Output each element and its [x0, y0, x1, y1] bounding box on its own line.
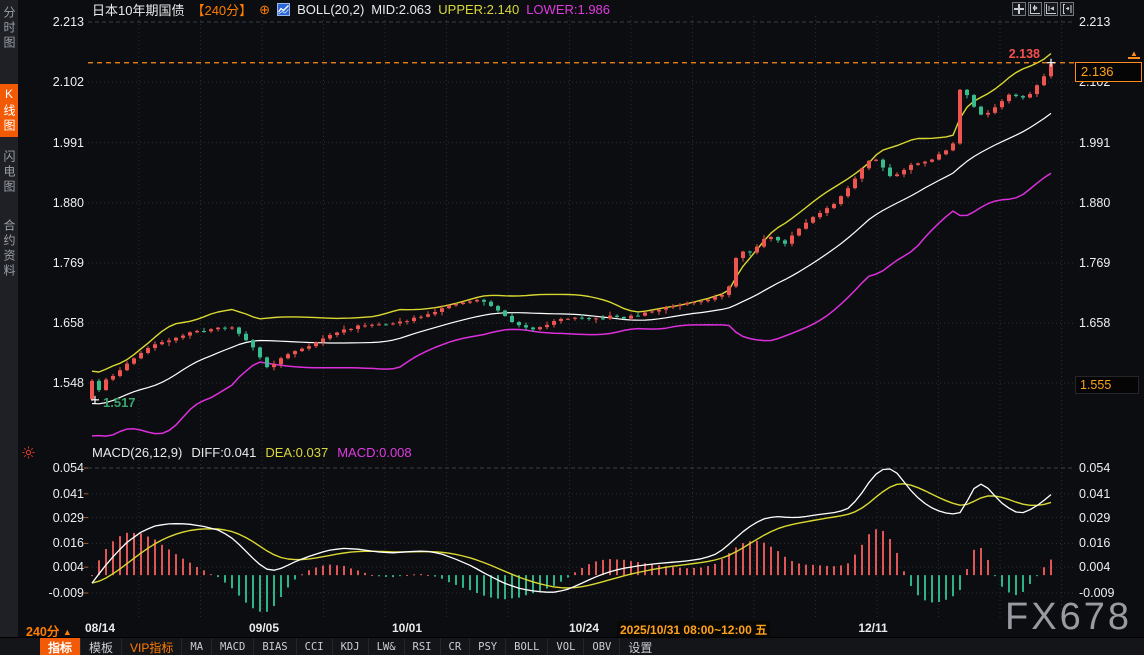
price-axis-tick: 1.658 [52, 316, 84, 331]
macd-axis-tick: 0.041 [52, 486, 84, 501]
toolbar-item-VIP指标[interactable]: VIP指标 [121, 638, 181, 655]
period-tag[interactable]: 【240分】 [191, 0, 252, 19]
date-label: 08/14 [84, 621, 116, 635]
toolbar-item-RSI[interactable]: RSI [403, 638, 440, 655]
toolbar-item-BOLL[interactable]: BOLL [505, 638, 547, 655]
toolbar-item-模板[interactable]: 模板 [80, 638, 121, 655]
boll-label: BOLL(20,2) [297, 2, 365, 17]
boll-upper-value: UPPER:2.140 [438, 2, 520, 17]
toolbar-item-OBV[interactable]: OBV [583, 638, 619, 655]
date-label: 12/11 [858, 621, 888, 635]
toolbar-item-设置[interactable]: 设置 [619, 638, 660, 655]
price-axis-tick: 1.658 [1079, 316, 1111, 331]
toolbar-item-VOL[interactable]: VOL [547, 638, 583, 655]
toolbar-item-LW&[interactable]: LW& [367, 638, 404, 655]
price-axis-tick: 2.213 [52, 15, 84, 29]
last-price-box: 2.136 [1075, 62, 1142, 82]
macd-pane-header: MACD(26,12,9) DIFF:0.041 DEA:0.037 MACD:… [92, 445, 412, 460]
date-label: 09/05 [248, 621, 280, 635]
scroll-up-icon[interactable]: ▲ [1128, 50, 1140, 59]
chevron-up-icon: ▲ [62, 627, 72, 637]
macd-diff-value: DIFF:0.041 [191, 445, 257, 460]
toolbar-item-MA[interactable]: MA [181, 638, 211, 655]
price-axis-tick: 1.880 [1079, 195, 1111, 210]
macd-axis-tick: 0.029 [1079, 510, 1111, 525]
macd-axis-tick: 0.041 [1079, 486, 1111, 501]
toolbar-item-PSY[interactable]: PSY [469, 638, 505, 655]
price-axis-tick: 1.880 [52, 195, 84, 210]
price-pane-header: 日本10年期国债 【240分】 ⊕ BOLL(20,2) MID:2.063 U… [92, 0, 611, 19]
date-label: 10/01 [391, 621, 423, 635]
chart-toolbar-buttons [1012, 2, 1074, 16]
macd-axis-tick: -0.009 [1079, 586, 1115, 600]
chart-canvas[interactable] [0, 0, 1144, 655]
trading-terminal-window: 分时图 K线图 闪电图 合约资料 日本10年期国债 【240分】 ⊕ BOLL(20,… [0, 0, 1144, 655]
macd-axis-tick: 0.004 [52, 560, 84, 575]
macd-label: MACD(26,12,9) [92, 445, 183, 460]
price-axis-tick: 2.213 [1079, 15, 1111, 29]
price-axis-tick: 1.548 [52, 376, 84, 390]
shift-right-icon[interactable] [1060, 2, 1074, 16]
symbol-name: 日本10年期国债 [92, 3, 185, 18]
fit-y-axis-icon[interactable] [1028, 2, 1042, 16]
chart-thumbnail-icon[interactable] [277, 3, 291, 16]
price-axis-tick: 1.769 [1079, 256, 1111, 271]
time-axis: 08/14 09/05 10/01 10/24 2025/10/31 08:00~12:… [0, 619, 1144, 638]
session-low-label: 1.517 [103, 395, 136, 410]
toolbar-item-CR[interactable]: CR [439, 638, 470, 655]
toolbar-left-pad [0, 638, 40, 655]
macd-axis-tick: 0.004 [1079, 560, 1111, 575]
fit-x-axis-icon[interactable] [1044, 2, 1058, 16]
boll-mid-value: MID:2.063 [371, 2, 432, 17]
macd-axis-tick: 0.016 [1079, 536, 1111, 551]
macd-axis-tick: -0.009 [48, 586, 84, 600]
pan-icon[interactable] [1012, 2, 1026, 16]
reference-price-box: 1.555 [1075, 376, 1139, 394]
indicator-settings-icon[interactable] [22, 446, 35, 464]
macd-axis-tick: 0.029 [52, 510, 84, 525]
price-axis-tick: 1.769 [52, 256, 84, 271]
date-label: 10/24 [568, 621, 600, 635]
price-axis-tick: 1.991 [1079, 135, 1111, 150]
macd-axis-tick: 0.054 [1079, 461, 1111, 475]
toolbar-item-CCI[interactable]: CCI [295, 638, 332, 655]
toolbar-item-指标[interactable]: 指标 [40, 638, 81, 655]
toolbar-item-MACD[interactable]: MACD [211, 638, 253, 655]
session-high-label: 2.138 [1008, 47, 1040, 61]
macd-dea-value: DEA:0.037 [265, 445, 329, 460]
highlighted-date-label: 2025/10/31 08:00~12:00 五 [617, 621, 771, 638]
boll-lower-value: LOWER:1.986 [526, 2, 611, 17]
toolbar-item-BIAS[interactable]: BIAS [253, 638, 295, 655]
macd-macd-value: MACD:0.008 [337, 445, 412, 460]
macd-axis-tick: 0.016 [52, 536, 84, 551]
indicator-toolbar: 指标 模板 VIP指标 MA MACD BIAS CCI KDJ LW& RSI CR PSY BOLL… [0, 637, 1144, 655]
toolbar-item-KDJ[interactable]: KDJ [331, 638, 368, 655]
price-axis-tick: 2.102 [52, 75, 84, 90]
compare-icon[interactable]: ⊕ [259, 3, 270, 16]
price-axis-tick: 1.991 [52, 135, 84, 150]
